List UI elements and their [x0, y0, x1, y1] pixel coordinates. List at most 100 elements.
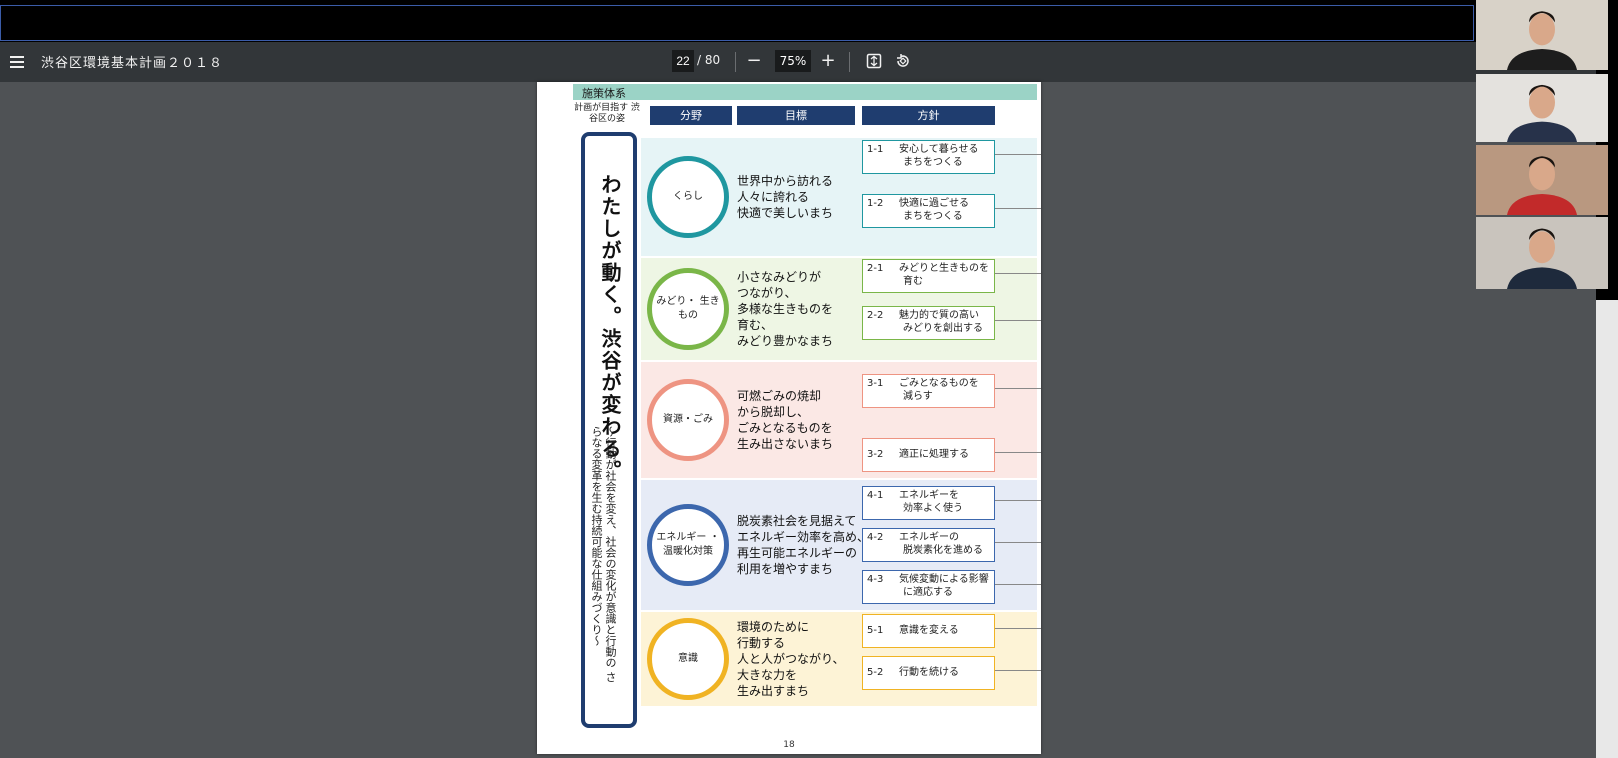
policy-number: 2-2 — [867, 310, 884, 321]
zoom-in-button[interactable]: + — [815, 48, 841, 74]
policy-connector — [995, 208, 1041, 209]
goal-line: 人々に誇れる — [737, 190, 810, 204]
policy-number: 2-1 — [867, 263, 884, 274]
zoom-level-input[interactable]: 75% — [775, 50, 811, 72]
goal-line: みどり豊かなまち — [737, 334, 834, 348]
participant-1-video[interactable] — [1476, 0, 1608, 70]
policy-text: 適正に処理する — [899, 449, 969, 460]
toolbar-divider — [735, 52, 736, 72]
policy-text: に適応する — [903, 587, 953, 598]
policy-text: 安心して暮らせる — [899, 144, 979, 155]
policy-number: 1-1 — [867, 144, 884, 155]
policy-connector — [995, 542, 1041, 543]
goal-line: つながり、 — [737, 286, 797, 300]
policy-text: 脱炭素化を進める — [903, 545, 983, 556]
policy-text: エネルギーを — [899, 490, 959, 501]
screen: 渋谷区環境基本計画２０１８ / 80 − 75% + 施策体系 計画が目指す 渋… — [0, 0, 1618, 758]
goal-line: 快適で美しいまち — [737, 206, 834, 220]
policy-text: 行動を続ける — [899, 667, 959, 678]
policy-text: 減らす — [903, 391, 933, 402]
goal-line: 行動する — [737, 636, 786, 650]
goal-line: 利用を増やすまち — [737, 562, 834, 576]
person-icon — [1507, 84, 1577, 142]
goal-line: ごみとなるものを — [737, 421, 833, 435]
policy-text: 気候変動による影響 — [899, 574, 989, 585]
fit-page-icon[interactable] — [861, 48, 887, 74]
policy-number: 3-2 — [867, 449, 884, 460]
goal-line: 環境のために — [737, 620, 810, 634]
toolbar-divider — [849, 52, 850, 72]
goal-line: 世界中から訪れる — [737, 174, 834, 188]
vision-box: わたしが動く。渋谷が変わる。 ～行動が社会を変え、社会の変化が意識と行動の さら… — [581, 132, 637, 728]
menu-icon[interactable] — [6, 50, 30, 74]
policy-number: 5-1 — [867, 625, 884, 636]
goal-text: 環境のために 行動する 人と人がつながり、 大きな力を 生み出すまち — [737, 619, 845, 699]
vision-sub-text: ～行動が社会を変え、社会の変化が意識と行動の さらなる変革を生む持続可能な仕組み… — [590, 426, 617, 683]
rotate-icon[interactable] — [890, 48, 916, 74]
section-header-label: 施策体系 — [582, 87, 626, 100]
policy-number: 5-2 — [867, 667, 884, 678]
person-icon — [1507, 156, 1577, 215]
policy-connector — [995, 320, 1041, 321]
policy-box: 1-2 快適に過ごせる まちをつくる — [862, 194, 995, 228]
policy-box: 4-3 気候変動による影響に適応する — [862, 570, 995, 604]
goal-line: 再生可能エネルギーの — [737, 546, 858, 560]
top-black-band — [0, 5, 1474, 41]
goal-line: 多様な生きものを — [737, 302, 834, 316]
field-circle: みどり・ 生きもの — [647, 268, 729, 350]
section-header: 施策体系 — [573, 84, 1037, 100]
goal-line: 小さなみどりが — [737, 270, 822, 284]
person-icon — [1507, 228, 1577, 289]
pdf-toolbar: 渋谷区環境基本計画２０１８ / 80 − 75% + — [0, 42, 1596, 82]
pdf-viewer: 渋谷区環境基本計画２０１８ / 80 − 75% + 施策体系 計画が目指す 渋… — [0, 42, 1596, 758]
policy-connector — [995, 670, 1041, 671]
goal-text: 世界中から訪れる 人々に誇れる快適で美しいまち — [737, 173, 833, 221]
column-header-policy: 方針 — [862, 106, 995, 125]
participant-4-video[interactable] — [1476, 217, 1608, 289]
goal-line: 脱炭素社会を見据えて — [737, 514, 857, 528]
field-circle: くらし — [647, 156, 729, 238]
policy-text: みどりと生きものを — [899, 263, 989, 274]
goal-text: 脱炭素社会を見据えて エネルギー効率を高め、 再生可能エネルギーの 利用を増やすまち — [737, 513, 869, 577]
policy-box: 4-1 エネルギーを効率よく使う — [862, 486, 995, 520]
goal-line: 育む、 — [737, 318, 774, 332]
policy-connector — [995, 388, 1041, 389]
policy-box: 2-1 みどりと生きものを育む — [862, 259, 995, 293]
policy-number: 4-3 — [867, 574, 884, 585]
policy-connector — [995, 273, 1041, 274]
page-number: 18 — [783, 740, 795, 750]
page-number-input[interactable] — [672, 50, 694, 72]
policy-box: 5-2 行動を続ける — [862, 656, 995, 690]
policy-text: ごみとなるものを — [899, 378, 979, 389]
policy-connector — [995, 584, 1041, 585]
policy-text: 快適に過ごせる — [899, 198, 969, 209]
policy-box: 5-1 意識を変える — [862, 614, 995, 648]
goal-line: 生み出すまち — [737, 684, 810, 698]
goal-line: エネルギー効率を高め、 — [737, 530, 870, 544]
policy-text: まちをつくる — [903, 211, 963, 222]
zoom-out-button[interactable]: − — [741, 48, 767, 74]
column-header-goal: 目標 — [737, 106, 855, 125]
participant-3-video[interactable] — [1476, 145, 1608, 215]
page-total: / 80 — [697, 53, 721, 67]
policy-text: みどりを創出する — [903, 323, 983, 334]
policy-text: エネルギーの — [899, 532, 959, 543]
policy-text: 育む — [903, 276, 923, 287]
policy-text: 意識を変える — [899, 625, 959, 636]
participant-2-video[interactable] — [1476, 74, 1608, 142]
policy-text: 効率よく使う — [903, 503, 963, 514]
goal-line: 生み出さないまち — [737, 437, 834, 451]
policy-box: 2-2 魅力的で質の高い みどりを創出する — [862, 306, 995, 340]
side-strip — [1596, 300, 1618, 758]
goal-text: 小さなみどりが つながり、多様な生きものを 育む、みどり豊かなまち — [737, 269, 833, 349]
policy-box: 3-1 ごみとなるものを 減らす — [862, 374, 995, 408]
policy-connector — [995, 452, 1041, 453]
document-title: 渋谷区環境基本計画２０１８ — [41, 56, 224, 71]
field-circle: 意識 — [647, 618, 729, 700]
policy-number: 4-1 — [867, 490, 884, 501]
goal-line: 可燃ごみの焼却 — [737, 389, 822, 403]
pdf-page: 施策体系 計画が目指す 渋谷区の姿 分野 目標 方針 わたしが動く。渋谷が変わる… — [537, 82, 1041, 754]
policy-box: 1-1 安心して暮らせる まちをつくる — [862, 140, 995, 174]
goal-line: 大きな力を — [737, 668, 798, 682]
column-header-field: 分野 — [650, 106, 732, 125]
